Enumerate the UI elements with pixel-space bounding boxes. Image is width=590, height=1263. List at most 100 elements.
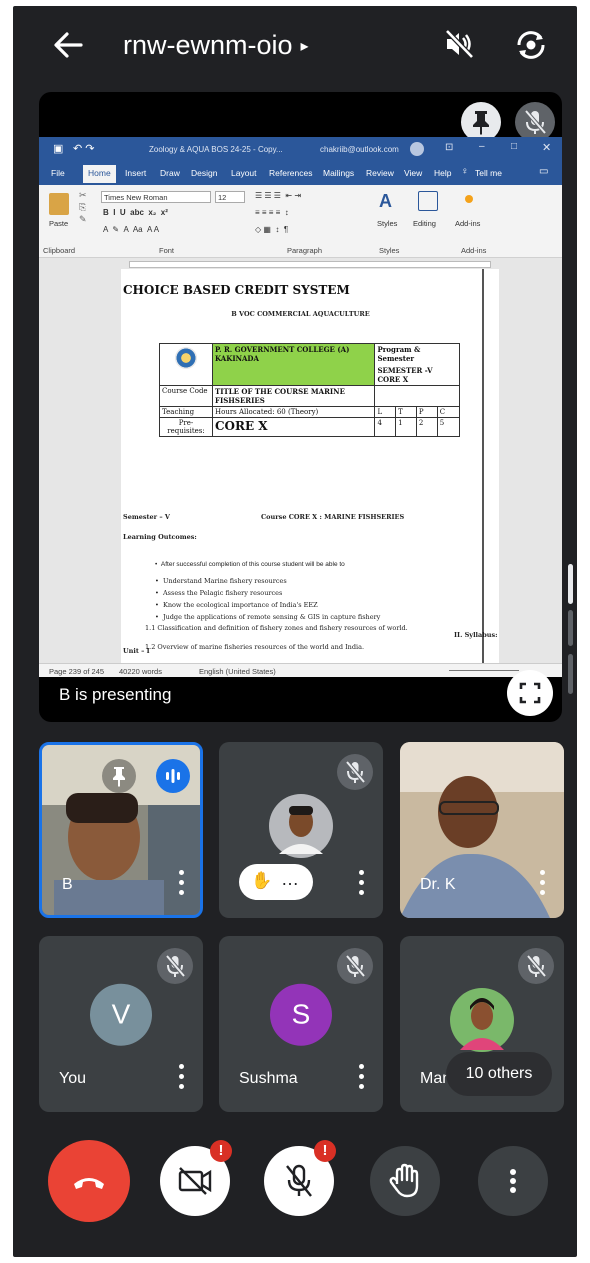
tab-insert: Insert [125, 168, 147, 178]
outcome-bullet: • Judge the applications of remote sensi… [155, 613, 381, 621]
meeting-code-text: rnw-ewnm-oio [123, 30, 293, 60]
more-vert-icon[interactable] [359, 870, 365, 896]
syllabus-item: 1.1 Classification and definition of fis… [145, 624, 408, 632]
meeting-code[interactable]: rnw-ewnm-oio ▸ [123, 28, 309, 64]
participant-tile-sushma[interactable]: S Sushma [219, 936, 383, 1112]
college-logo [175, 347, 197, 369]
outcome-bullet: • Understand Marine fishery resources [155, 577, 287, 585]
prereq-label: Pre-requisites: [159, 417, 213, 437]
word-status-bar: Page 239 of 245 40220 words English (Uni… [39, 663, 562, 677]
word-account: chakriib@outlook.com [320, 145, 399, 154]
clipboard-tools-icon: ✂ ⎘ ✎ [79, 190, 87, 224]
doc-heading: CHOICE BASED CREDIT SYSTEM [123, 283, 350, 297]
ltpc-l-value: 4 [374, 417, 397, 437]
scrollbar-track [568, 654, 573, 694]
outcome-bullet: • Assess the Pelagic fishery resources [155, 589, 283, 597]
group-clipboard: Clipboard [43, 246, 76, 255]
mic-off-icon [526, 954, 547, 978]
account-avatar [410, 142, 424, 156]
pin-button[interactable] [461, 102, 501, 142]
course-code-label: Course Code [159, 385, 213, 407]
raise-hand-button[interactable] [370, 1146, 440, 1216]
participant-tile-others[interactable]: Mam 10 others [400, 936, 564, 1112]
presenting-label: B is presenting [59, 685, 172, 704]
end-call-button[interactable] [48, 1140, 130, 1222]
college-name: P. R. GOVERNMENT COLLEGE (A) KAKINADA [211, 343, 376, 386]
fullscreen-icon [519, 682, 541, 704]
paste-icon [49, 193, 69, 215]
group-styles: Styles [379, 246, 400, 255]
tab-view: View [404, 168, 423, 178]
others-count-chip[interactable]: 10 others [446, 1052, 552, 1096]
pin-icon [473, 111, 489, 135]
semester-line: Semester – V [123, 513, 170, 521]
more-vert-icon[interactable] [540, 870, 546, 896]
mic-alert-badge: ! [314, 1140, 336, 1162]
tab-design: Design [191, 168, 218, 178]
outcomes-label: Learning Outcomes: [123, 533, 197, 541]
editing-icon [418, 191, 438, 211]
comments-icon: ▭ [539, 166, 549, 177]
presentation-tile[interactable]: ▣ ↶ ↷ Zoology & AQUA BOS 24-25 - Copy...… [39, 92, 562, 722]
ruler [39, 258, 562, 269]
flip-camera-icon[interactable] [512, 26, 550, 64]
more-options-button[interactable] [478, 1146, 548, 1216]
participant-tile-b[interactable]: B [39, 742, 203, 918]
avatar: V [90, 983, 152, 1046]
speaker-off-icon[interactable] [441, 26, 477, 62]
call-controls: ! ! [13, 1134, 577, 1234]
word-document-title: Zoology & AQUA BOS 24-25 - Copy... [149, 145, 283, 154]
styles-label: Styles [377, 219, 398, 228]
more-vert-icon[interactable] [179, 1064, 185, 1090]
scrollbar-track [568, 610, 573, 646]
presenter-mic-off-button [515, 102, 555, 142]
shared-word-window: ▣ ↶ ↷ Zoology & AQUA BOS 24-25 - Copy...… [39, 137, 562, 677]
tab-file: File [51, 168, 65, 178]
program-semester: Program & Semester SEMESTER -V CORE X [374, 343, 460, 386]
ltpc-t-value: 1 [395, 417, 417, 437]
addins-label: Add-ins [455, 219, 481, 228]
ltpc-t: T [395, 406, 417, 418]
program-semester-label: Program & Semester [377, 345, 421, 363]
more-vert-icon[interactable] [359, 1064, 365, 1090]
participant-tile-2[interactable]: ✋ … [219, 742, 383, 918]
raised-hand-chip[interactable]: ✋ … [239, 864, 313, 900]
raised-hand-count: … [281, 869, 299, 889]
participant-avatar-photo [269, 794, 333, 858]
participant-name: You [59, 1070, 86, 1087]
mic-toggle-button[interactable]: ! [264, 1140, 336, 1216]
camera-alert-badge: ! [210, 1140, 232, 1162]
font-size-box: 12 [215, 191, 245, 203]
participant-tile-you[interactable]: V You [39, 936, 203, 1112]
muted-badge [157, 948, 193, 984]
audio-level-icon [166, 769, 180, 783]
word-title-bar: ▣ ↶ ↷ Zoology & AQUA BOS 24-25 - Copy...… [39, 137, 562, 162]
participant-name: Dr. K [420, 876, 456, 893]
tab-mailings: Mailings [323, 168, 355, 178]
participant-tile-dr-k[interactable]: Dr. K [400, 742, 564, 918]
word-ribbon: Paste ✂ ⎘ ✎ Times New Roman 12 B I U abc x… [39, 185, 562, 258]
participant-name: Sushma [239, 1070, 298, 1087]
fullscreen-button[interactable] [507, 670, 553, 716]
camera-toggle-button[interactable]: ! [160, 1140, 232, 1216]
participant-name: B [62, 876, 73, 893]
more-vert-icon[interactable] [179, 870, 185, 896]
word-menu-bar: File Home Insert Draw Design Layout Refe… [39, 162, 562, 185]
ltpc-p-value: 2 [415, 417, 438, 437]
ltpc-l: L [374, 406, 397, 418]
styles-icon: A [379, 191, 392, 211]
tab-help: Help [434, 168, 452, 178]
hours-allocated: Hours Allocated: 60 (Theory) [211, 406, 376, 418]
tab-draw: Draw [160, 168, 180, 178]
back-arrow-icon[interactable] [51, 28, 85, 62]
tell-me-search: Tell me [475, 168, 502, 178]
group-font: Font [159, 246, 175, 255]
meet-call-screen: rnw-ewnm-oio ▸ ▣ ↶ ↷ Zoology & AQUA BOS … [13, 6, 577, 1257]
raise-hand-icon [389, 1163, 419, 1198]
speaking-indicator [156, 759, 190, 793]
course-table: P. R. GOVERNMENT COLLEGE (A) KAKINADA Pr… [159, 343, 461, 437]
paste-label: Paste [49, 219, 69, 228]
doc-subheading: B VOC COMMERCIAL AQUACULTURE [231, 310, 370, 318]
scrollbar-thumb[interactable] [568, 564, 573, 604]
tab-home: Home [83, 165, 116, 183]
